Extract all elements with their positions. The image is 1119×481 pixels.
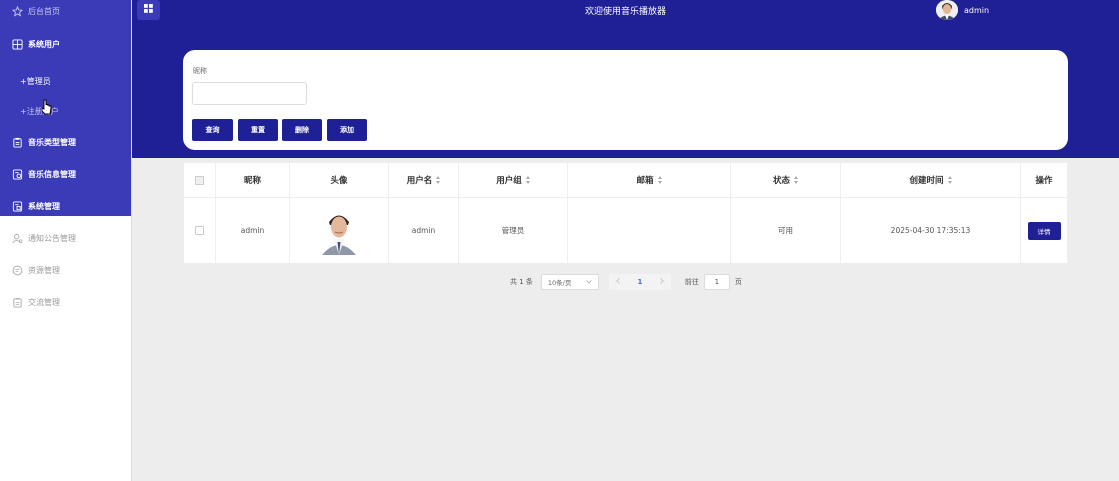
clipboard-icon <box>12 137 23 148</box>
prev-page-button[interactable] <box>608 274 627 290</box>
sort-icon <box>794 175 798 185</box>
sidebar-subitem-admin[interactable]: +管理员 <box>0 66 131 96</box>
cell-email <box>568 198 731 263</box>
cell-username: admin <box>389 198 459 263</box>
sidebar-item-music-info[interactable]: 音乐信息管理 <box>0 158 131 190</box>
sidebar-item-resources[interactable]: 资源管理 <box>0 254 131 286</box>
sidebar-item-home[interactable]: 后台首页 <box>0 0 131 22</box>
page-size-select[interactable]: 10条/页 <box>540 274 599 290</box>
select-all-checkbox[interactable] <box>195 175 204 185</box>
sort-icon <box>525 175 530 185</box>
sidebar-item-system-management[interactable]: 系统管理 <box>0 190 131 222</box>
user-name: admin <box>964 5 990 15</box>
delete-button[interactable]: 删除 <box>282 119 322 141</box>
column-header-email[interactable]: 邮箱 <box>568 163 731 197</box>
sort-icon <box>657 175 662 185</box>
search-panel: 昵称 查询 重置 删除 添加 <box>183 50 1068 150</box>
sidebar-item-label: 音乐信息管理 <box>28 169 76 179</box>
cell-avatar <box>290 198 389 263</box>
column-header-created[interactable]: 创建时间 <box>841 163 1021 197</box>
settings-doc-icon <box>12 200 23 212</box>
reset-button[interactable]: 重置 <box>238 119 278 141</box>
sidebar-item-label: +管理员 <box>20 76 51 86</box>
sidebar-item-exchange[interactable]: 交流管理 <box>0 286 131 318</box>
sidebar-item-label: 资源管理 <box>28 265 60 275</box>
goto-label: 前往 <box>684 278 699 286</box>
page-size-value: 10条/页 <box>547 279 572 287</box>
row-checkbox[interactable] <box>195 226 204 235</box>
nickname-label: 昵称 <box>193 67 207 75</box>
chevron-down-icon <box>586 278 592 286</box>
column-header-nickname: 昵称 <box>216 163 290 197</box>
sidebar-item-label: 音乐类型管理 <box>28 137 76 147</box>
add-button[interactable]: 添加 <box>327 119 367 141</box>
sidebar-item-label: 系统用户 <box>28 39 60 49</box>
star-icon <box>12 5 23 17</box>
user-icon <box>12 233 23 244</box>
chevron-right-icon <box>660 278 664 286</box>
users-table: 昵称 头像 用户名 用户组 邮箱 状态 创建时间 操作 admin admin … <box>184 163 1067 263</box>
column-header-actions: 操作 <box>1035 176 1053 186</box>
row-select-cell <box>184 198 216 263</box>
grid-icon <box>12 38 23 50</box>
select-all-cell <box>184 163 216 197</box>
total-count: 共 1 条 <box>510 278 533 286</box>
column-header-status[interactable]: 状态 <box>731 163 841 197</box>
page-suffix: 页 <box>734 278 742 286</box>
sort-icon <box>436 175 441 185</box>
pagination: 共 1 条 10条/页 1 前往 1 页 <box>510 274 742 290</box>
cell-nickname: admin <box>216 198 290 263</box>
sidebar-item-system-users[interactable]: 系统用户 <box>0 22 131 66</box>
mouse-cursor-icon <box>41 99 53 118</box>
cell-created: 2025-04-30 17:35:13 <box>841 198 1021 263</box>
page-number-current[interactable]: 1 <box>626 274 653 290</box>
cell-status: 可用 <box>731 198 841 263</box>
sidebar-item-label: 后台首页 <box>28 6 60 16</box>
sidebar-item-notice[interactable]: 通知公告管理 <box>0 222 131 254</box>
query-button[interactable]: 查询 <box>192 119 233 141</box>
sidebar-active-section: 后台首页 系统用户 +管理员 +注册用户 音乐类型管理 音乐信息管理 系统管理 <box>0 0 131 216</box>
goto-page-input[interactable]: 1 <box>703 274 730 290</box>
table-row: admin admin 管理员 可用 2025-04-30 17:35:13 详… <box>184 198 1067 263</box>
sidebar-item-music-type[interactable]: 音乐类型管理 <box>0 126 131 158</box>
sidebar-subitem-registered-users[interactable]: +注册用户 <box>0 96 131 126</box>
next-page-button[interactable] <box>652 274 671 290</box>
avatar <box>321 206 357 255</box>
sidebar: 后台首页 系统用户 +管理员 +注册用户 音乐类型管理 音乐信息管理 系统管理 … <box>0 0 132 481</box>
column-header-avatar: 头像 <box>290 163 389 197</box>
chevron-left-icon <box>616 278 620 286</box>
sidebar-item-label: 交流管理 <box>28 297 60 307</box>
column-header-group[interactable]: 用户组 <box>459 163 568 197</box>
user-menu[interactable]: admin <box>936 0 989 20</box>
sidebar-item-label: 系统管理 <box>28 201 60 211</box>
clipboard-icon <box>12 297 23 308</box>
cell-actions: 详情 <box>1021 198 1067 263</box>
chat-icon <box>12 265 23 276</box>
avatar <box>936 0 958 20</box>
detail-button[interactable]: 详情 <box>1027 221 1061 240</box>
nickname-search-input[interactable] <box>192 82 307 105</box>
table-header: 昵称 头像 用户名 用户组 邮箱 状态 创建时间 操作 <box>184 163 1067 198</box>
document-icon <box>12 168 23 180</box>
sidebar-item-label: 通知公告管理 <box>28 233 76 243</box>
cell-group: 管理员 <box>459 198 568 263</box>
column-header-username[interactable]: 用户名 <box>389 163 459 197</box>
sort-icon <box>947 175 952 185</box>
